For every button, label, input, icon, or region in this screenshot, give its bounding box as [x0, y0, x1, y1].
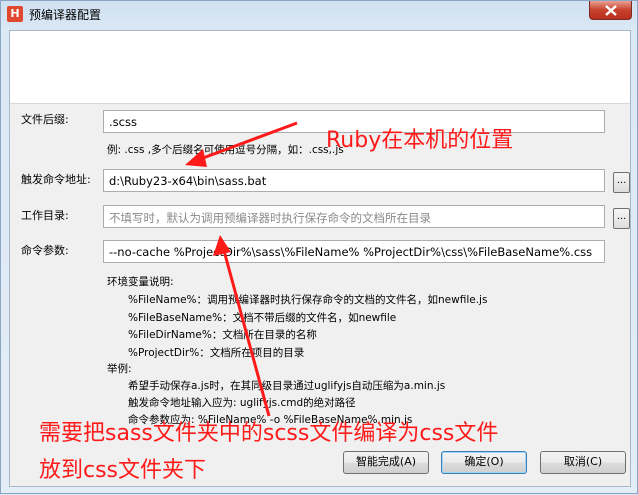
annotation-compile-line2: 放到css文件夹下 [39, 458, 207, 483]
annotation-ruby-location: Ruby在本机的位置 [326, 128, 514, 153]
dialog-window: H 预编译器配置 文件后缀: .scss 例: .css ,多个后缀名可使用逗号… [0, 0, 638, 494]
annotation-compile-line1: 需要把sass文件夹中的scss文件编译为css文件 [39, 421, 499, 446]
